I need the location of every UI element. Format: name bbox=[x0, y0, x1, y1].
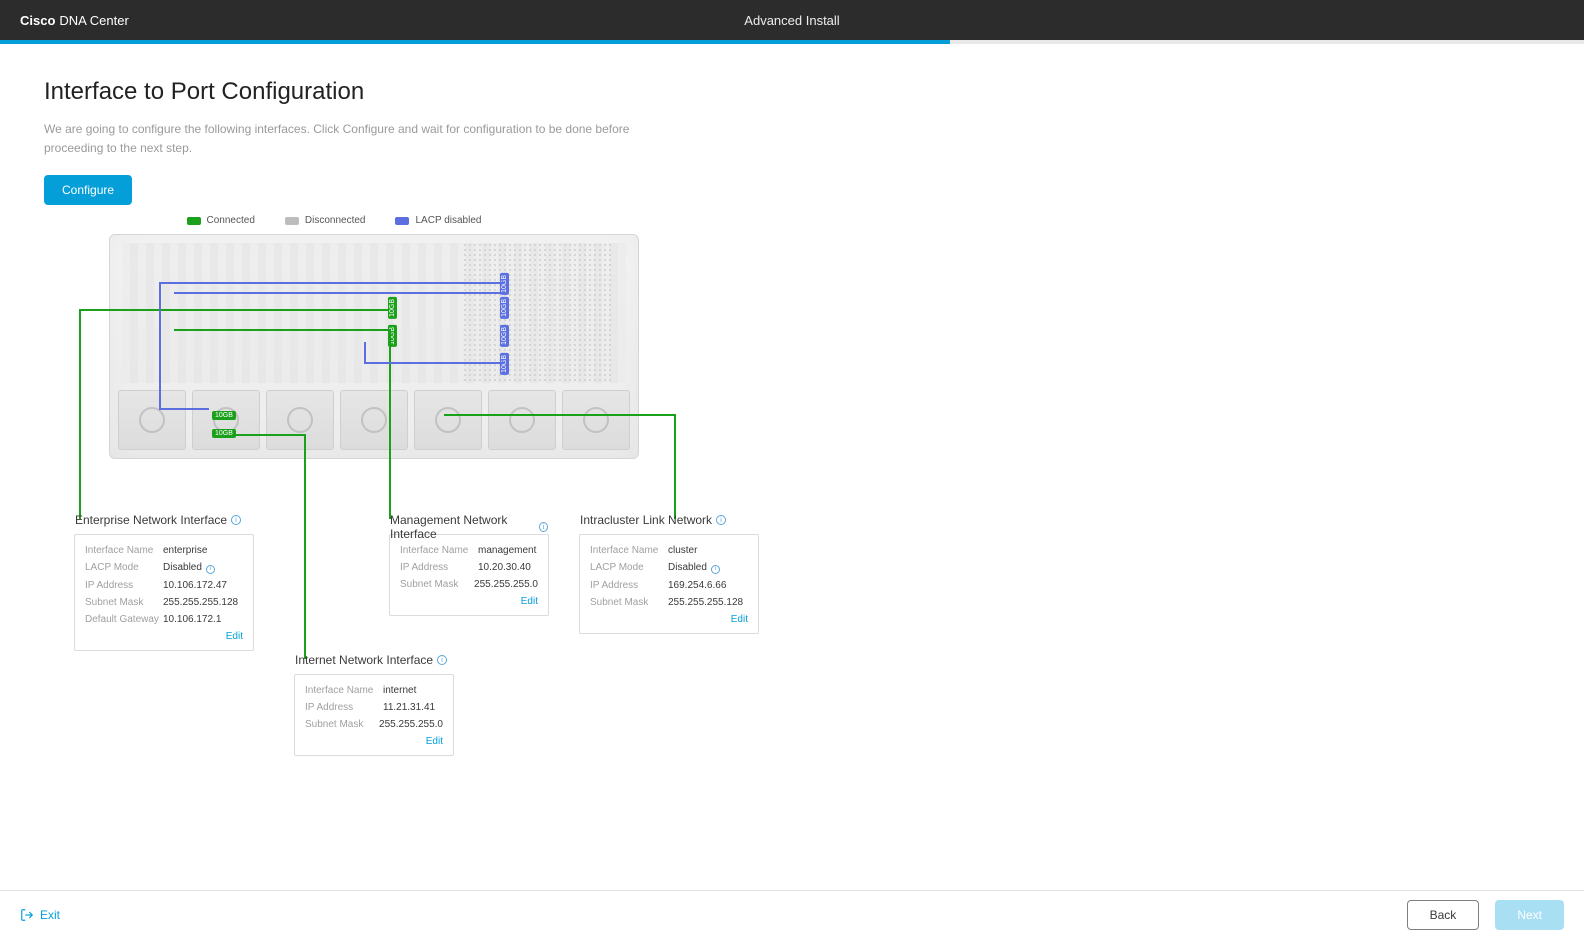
card-internet: Internet Network Interfacei Interface Na… bbox=[294, 674, 454, 756]
brand-light: DNA Center bbox=[59, 13, 128, 28]
psu-slot-icon bbox=[340, 390, 408, 450]
conn-line-intracluster bbox=[444, 414, 674, 416]
port-badge-10gb: 10GB bbox=[212, 411, 236, 420]
exit-icon bbox=[20, 908, 34, 922]
legend-connected: Connected bbox=[187, 215, 255, 226]
psu-slot-icon bbox=[488, 390, 556, 450]
field-row: IP Address10.106.172.47 bbox=[85, 580, 243, 591]
lacp-line bbox=[159, 408, 209, 410]
lacp-line bbox=[159, 282, 504, 284]
swatch-connected-icon bbox=[187, 217, 201, 225]
next-button: Next bbox=[1495, 900, 1564, 930]
card-title-intracluster: Intracluster Link Networki bbox=[580, 513, 726, 527]
edit-link-enterprise[interactable]: Edit bbox=[85, 631, 243, 642]
wizard-progress-bar bbox=[0, 40, 1584, 44]
info-icon[interactable]: i bbox=[437, 655, 447, 665]
info-icon[interactable]: i bbox=[539, 522, 548, 532]
swatch-disconnected-icon bbox=[285, 217, 299, 225]
info-icon[interactable]: i bbox=[711, 565, 720, 574]
page-subtitle: We are going to configure the following … bbox=[44, 120, 664, 157]
conn-line-internet bbox=[304, 434, 306, 659]
brand-bold: Cisco bbox=[20, 13, 55, 28]
field-row: Default Gateway10.106.172.1 bbox=[85, 614, 243, 625]
field-row: Subnet Mask255.255.255.128 bbox=[590, 597, 748, 608]
card-title-internet: Internet Network Interfacei bbox=[295, 653, 447, 667]
page-title: Interface to Port Configuration bbox=[44, 78, 1540, 106]
psu-slot-icon bbox=[562, 390, 630, 450]
configure-button[interactable]: Configure bbox=[44, 175, 132, 205]
lacp-line bbox=[364, 362, 504, 364]
psu-slot-icon bbox=[266, 390, 334, 450]
edit-link-intracluster[interactable]: Edit bbox=[590, 614, 748, 625]
page-body: Interface to Port Configuration We are g… bbox=[0, 44, 1584, 890]
card-title-management: Management Network Interfacei bbox=[390, 513, 548, 541]
legend: Connected Disconnected LACP disabled bbox=[44, 215, 624, 226]
edit-link-management[interactable]: Edit bbox=[400, 596, 538, 607]
top-bar: Cisco DNA Center Advanced Install bbox=[0, 0, 1584, 40]
port-badge-10gb: 10GB bbox=[500, 325, 509, 347]
field-row: Interface Nameinternet bbox=[305, 685, 443, 696]
card-enterprise: Enterprise Network Interfacei Interface … bbox=[74, 534, 254, 651]
chassis-icon: 10GB 10GB 10GB 10GB 10GB 10GB 10GB 10GB bbox=[109, 234, 639, 459]
psu-slot-icon bbox=[414, 390, 482, 450]
info-icon[interactable]: i bbox=[206, 565, 215, 574]
lacp-line bbox=[364, 342, 366, 364]
card-management: Management Network Interfacei Interface … bbox=[389, 534, 549, 616]
conn-line-enterprise bbox=[79, 309, 81, 519]
conn-line-intracluster bbox=[674, 414, 676, 519]
conn-line-internet bbox=[232, 434, 306, 436]
field-row: Interface Namecluster bbox=[590, 545, 748, 556]
field-row: Subnet Mask255.255.255.0 bbox=[400, 579, 538, 590]
footer-bar: Exit Back Next bbox=[0, 890, 1584, 938]
exit-button[interactable]: Exit bbox=[20, 908, 60, 922]
info-icon[interactable]: i bbox=[231, 515, 241, 525]
conn-line-management bbox=[389, 329, 391, 519]
card-title-enterprise: Enterprise Network Interfacei bbox=[75, 513, 241, 527]
legend-lacp-disabled: LACP disabled bbox=[395, 215, 481, 226]
conn-line-enterprise bbox=[79, 309, 389, 311]
field-row: IP Address11.21.31.41 bbox=[305, 702, 443, 713]
psu-slot-icon bbox=[118, 390, 186, 450]
conn-line-management bbox=[174, 329, 389, 331]
chassis-diagram: 10GB 10GB 10GB 10GB 10GB 10GB 10GB 10GB bbox=[74, 234, 854, 804]
lacp-line bbox=[159, 282, 161, 410]
psu-slot-icon bbox=[192, 390, 260, 450]
field-row: IP Address169.254.6.66 bbox=[590, 580, 748, 591]
field-row: Subnet Mask255.255.255.128 bbox=[85, 597, 243, 608]
swatch-lacp-disabled-icon bbox=[395, 217, 409, 225]
field-row: IP Address10.20.30.40 bbox=[400, 562, 538, 573]
field-row: LACP ModeDisabledi bbox=[590, 562, 748, 574]
port-badge-10gb: 10GB bbox=[388, 297, 397, 319]
edit-link-internet[interactable]: Edit bbox=[305, 736, 443, 747]
card-intracluster: Intracluster Link Networki Interface Nam… bbox=[579, 534, 759, 634]
lacp-line bbox=[174, 292, 504, 294]
field-row: Interface Nameenterprise bbox=[85, 545, 243, 556]
port-badge-10gb: 10GB bbox=[500, 297, 509, 319]
brand-logo: Cisco DNA Center bbox=[20, 13, 129, 28]
back-button[interactable]: Back bbox=[1407, 900, 1480, 930]
wizard-step-label: Advanced Install bbox=[744, 13, 839, 28]
wizard-progress-fill bbox=[0, 40, 950, 44]
field-row: Interface Namemanagement bbox=[400, 545, 538, 556]
field-row: LACP ModeDisabledi bbox=[85, 562, 243, 574]
legend-disconnected: Disconnected bbox=[285, 215, 366, 226]
field-row: Subnet Mask255.255.255.0 bbox=[305, 719, 443, 730]
info-icon[interactable]: i bbox=[716, 515, 726, 525]
